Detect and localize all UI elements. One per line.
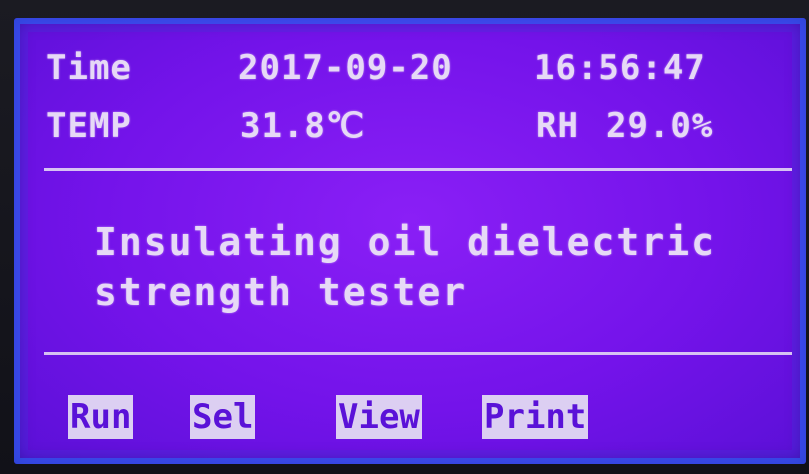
run-button[interactable]: Run [68, 395, 134, 439]
rh-value: 29.0% [606, 106, 714, 146]
temp-label: TEMP [46, 106, 132, 146]
time-value: 16:56:47 [534, 48, 706, 88]
device-title-line2: strength tester [94, 270, 468, 314]
select-button[interactable]: Sel [190, 395, 256, 439]
date-value: 2017-09-20 [238, 48, 453, 88]
print-button[interactable]: Print [482, 395, 589, 439]
device-title-line1: Insulating oil dielectric [94, 220, 716, 264]
rh-label: RH [536, 106, 579, 146]
temp-value: 31.8℃ [240, 106, 366, 146]
divider-top [44, 168, 792, 171]
divider-bottom [44, 352, 792, 355]
lcd-screen: Time 2017-09-20 16:56:47 TEMP 31.8℃ RH 2… [14, 18, 806, 464]
view-button[interactable]: View [336, 395, 422, 439]
time-label: Time [46, 48, 132, 88]
